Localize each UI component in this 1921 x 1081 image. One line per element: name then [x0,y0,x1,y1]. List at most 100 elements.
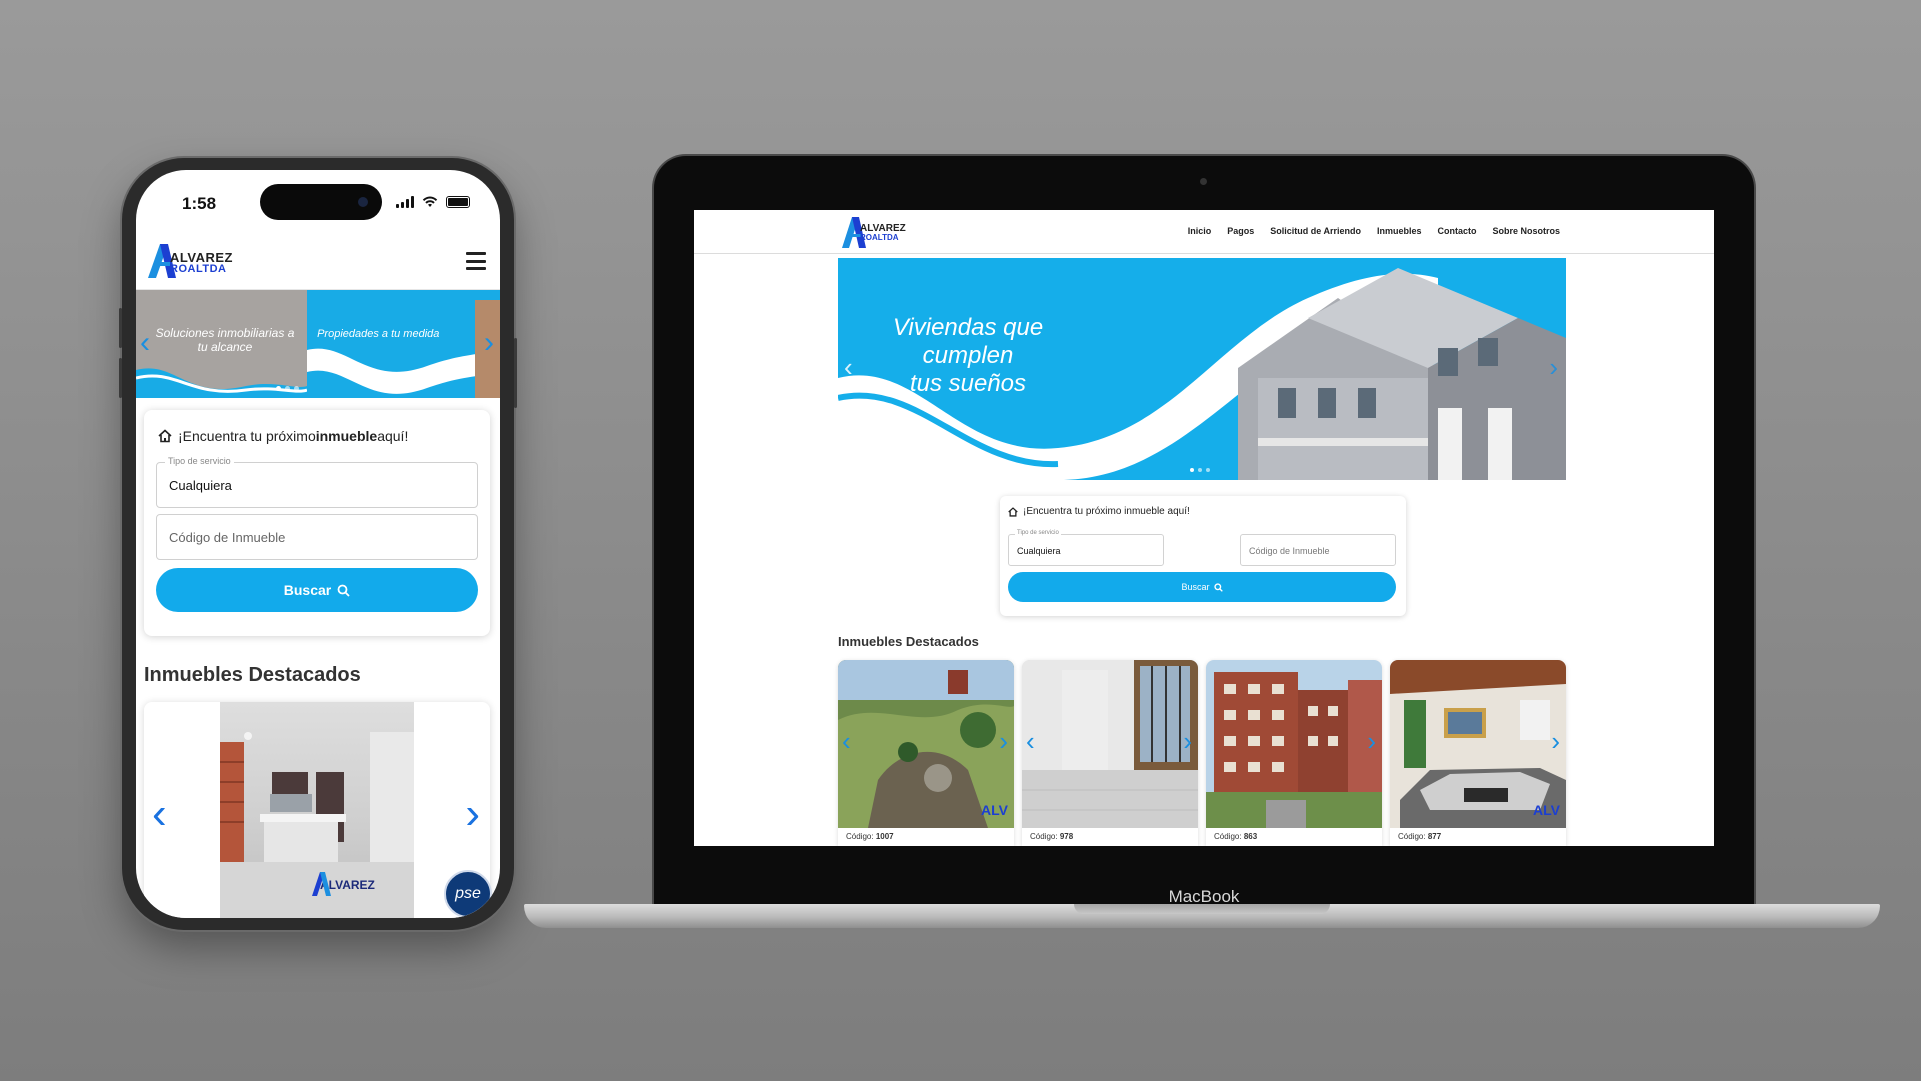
home-icon [158,429,172,443]
mobile-search-card: ¡Encuentra tu próximo inmueble aquí! Tip… [144,410,490,636]
card-watermark: ALV [1533,802,1560,818]
signal-icon [396,196,414,208]
hero-pagination-dots [1190,468,1210,472]
property-card[interactable]: ‹ › Código: 978 [1022,660,1198,846]
hero-prev-arrow-icon[interactable]: ‹ [844,354,853,380]
dynamic-island [260,184,382,220]
hero-slide-right-text: Propiedades a tu medida [317,328,440,340]
hero-next-arrow-icon[interactable]: › [484,328,494,358]
hero-title: Viviendas que cumplen tus sueños [868,314,1068,398]
card-prev-arrow-icon[interactable]: ‹ [842,728,851,754]
property-photo: ALVAREZ [220,702,414,918]
service-type-label: Tipo de servicio [1015,530,1061,536]
phone-volume-up [119,308,122,348]
card-next-arrow-icon[interactable]: › [999,728,1008,754]
property-card[interactable]: ‹ › ALV Código: 1007 [838,660,1014,846]
logo-name-line2: ROALTDA [170,263,227,275]
wifi-icon [422,196,438,207]
site-logo[interactable]: ALVAREZ ROALTDA [840,214,906,255]
front-camera [358,197,368,207]
search-icon [1213,582,1223,592]
status-bar: 1:58 [136,170,500,234]
search-title-text: ¡Encuentra tu próximo inmueble aquí! [1023,506,1190,517]
property-code-placeholder: Código de Inmueble [169,530,286,545]
property-code-input[interactable]: Código de Inmueble [156,514,478,560]
search-button[interactable]: Buscar [1008,572,1396,602]
card-next-arrow-icon[interactable]: › [1367,728,1376,754]
laptop-screen: ALVAREZ ROALTDA Inicio Pagos Solicitud d… [694,210,1714,846]
search-button-label: Buscar [1181,582,1210,592]
mobile-header: ALVAREZ ROALTDA [136,234,500,290]
status-icons [396,196,470,208]
featured-property-card[interactable]: ALVAREZ ‹ › [144,702,490,918]
mobile-hero-carousel: Soluciones inmobiliarias a tu alcance Pr… [136,290,500,398]
card-code-label: Código: [846,832,874,841]
hero-wave-right [307,300,500,398]
laptop-base [524,904,1880,928]
home-icon [1008,506,1018,517]
main-nav: Inicio Pagos Solicitud de Arriendo Inmue… [1188,226,1560,236]
nav-inmuebles[interactable]: Inmuebles [1377,226,1422,236]
phone-mockup: 1:58 ALVAREZ ROALTDA Soluciones inmobili… [119,158,517,930]
nav-solicitud-arriendo[interactable]: Solicitud de Arriendo [1270,226,1361,236]
card-next-arrow-icon[interactable]: › [1551,728,1560,754]
service-type-select[interactable]: Tipo de servicio Cualquiera [156,456,478,508]
laptop-webcam [1200,178,1207,185]
hero-prev-arrow-icon[interactable]: ‹ [140,328,150,358]
property-code-placeholder: Código de Inmueble [1249,546,1330,556]
search-title: ¡Encuentra tu próximo inmueble aquí! [158,428,408,444]
card-prev-arrow-icon[interactable]: ‹ [152,792,167,836]
empty-room-photo [1022,660,1198,828]
status-time: 1:58 [182,194,217,213]
card-code-value: 978 [1059,832,1074,841]
hero-next-arrow-icon[interactable]: › [1549,354,1558,380]
pse-payment-button[interactable]: pse [444,870,492,918]
property-card[interactable]: › ALV Código: 877 [1390,660,1566,846]
nav-sobre-nosotros[interactable]: Sobre Nosotros [1492,226,1560,236]
hero-pagination-dots [276,386,299,391]
pse-label: pse [455,885,481,902]
phone-power-button [514,338,517,408]
site-logo[interactable]: ALVAREZ ROALTDA [146,240,232,285]
card-code-value: 1007 [875,832,894,841]
service-type-select[interactable]: Tipo de servicio Cualquiera [1008,530,1164,566]
nav-pagos[interactable]: Pagos [1227,226,1254,236]
battery-icon [446,196,470,208]
search-title-pre: ¡Encuentra tu próximo [178,428,316,444]
property-card[interactable]: › Código: 863 [1206,660,1382,846]
property-code-input[interactable]: Código de Inmueble [1240,534,1396,566]
laptop-mockup: ALVAREZ ROALTDA Inicio Pagos Solicitud d… [654,156,1754,914]
search-title: ¡Encuentra tu próximo inmueble aquí! [1008,506,1190,517]
card-code-value: 863 [1243,832,1258,841]
hero-title-line2: tus sueños [909,370,1027,397]
featured-cards-row: ‹ › ALV Código: 1007 ‹ › Código: 978 › C… [838,660,1566,846]
search-icon [337,584,350,597]
desktop-search-card: ¡Encuentra tu próximo inmueble aquí! Tip… [1000,496,1406,616]
hero-title-line1: Viviendas que cumplen [892,314,1044,369]
service-type-label: Tipo de servicio [165,456,234,466]
card-code: Código: 1007 [846,832,894,841]
service-type-value: Cualquiera [169,478,232,493]
nav-contacto[interactable]: Contacto [1437,226,1476,236]
phone-screen: 1:58 ALVAREZ ROALTDA Soluciones inmobili… [136,170,500,918]
hero-slide-right: Propiedades a tu medida [307,290,500,398]
card-code: Código: 978 [1030,832,1073,841]
nav-inicio[interactable]: Inicio [1188,226,1212,236]
card-next-arrow-icon[interactable]: › [1183,728,1192,754]
watermark-logo-icon [312,872,331,896]
hamburger-menu-icon[interactable] [466,252,486,270]
service-type-value: Cualquiera [1017,546,1061,556]
hero-slide-left: Soluciones inmobiliarias a tu alcance [136,290,308,398]
card-code-label: Código: [1398,832,1426,841]
desktop-header: ALVAREZ ROALTDA Inicio Pagos Solicitud d… [694,210,1714,254]
featured-title: Inmuebles Destacados [144,664,361,686]
card-prev-arrow-icon[interactable]: ‹ [1026,728,1035,754]
card-code-label: Código: [1030,832,1058,841]
hero-slide-left-text: Soluciones inmobiliarias a tu alcance [155,326,295,354]
laptop-hinge-notch [1074,904,1330,914]
search-button[interactable]: Buscar [156,568,478,612]
card-code-value: 877 [1427,832,1442,841]
logo-name-line2: ROALTDA [860,233,899,242]
card-next-arrow-icon[interactable]: › [465,792,480,836]
card-watermark: ALV [981,802,1008,818]
